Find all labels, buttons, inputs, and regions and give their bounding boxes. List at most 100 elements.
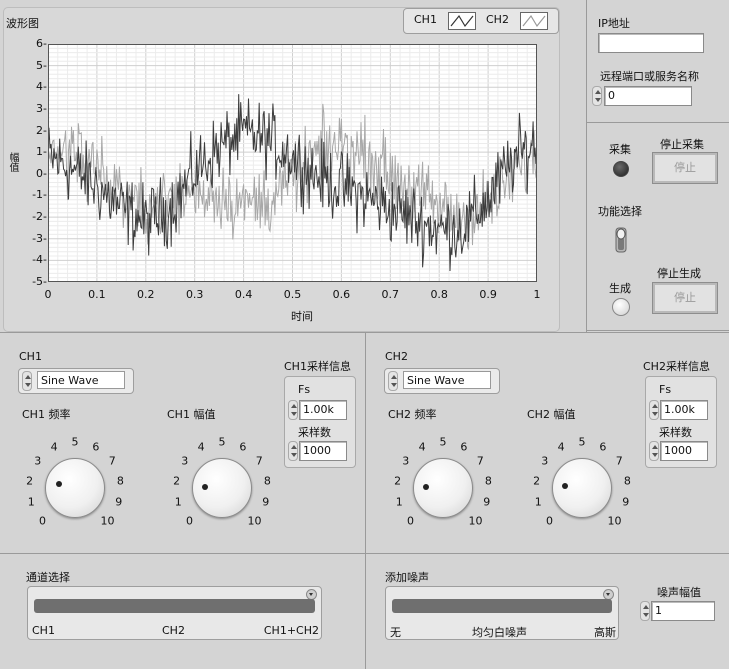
channel-select-label: 通道选择	[26, 571, 70, 584]
legend-ch2-label: CH2	[486, 13, 509, 26]
knob-scale-label: 9	[483, 495, 491, 509]
knob-scale-label: 8	[623, 474, 631, 488]
y-tick-label: -2-	[32, 210, 47, 224]
knob-scale-label: 0	[38, 514, 46, 528]
ch2-frequency-knob[interactable]	[413, 458, 473, 518]
y-tick-label: -5-	[32, 275, 47, 288]
x-tick-label: 0.7	[381, 288, 400, 301]
legend-ch1-label: CH1	[414, 13, 437, 26]
ch2-sample-info-label: CH2采样信息	[643, 360, 710, 373]
ip-address-label: IP地址	[598, 17, 630, 30]
knob-scale-label: 7	[615, 454, 623, 468]
knob-scale-label: 9	[262, 495, 270, 509]
x-tick-label: 0.4	[234, 288, 253, 301]
ch2-fs-stepper[interactable]	[649, 400, 659, 420]
knob-scale-label: 3	[402, 454, 410, 468]
noise-amplitude-input[interactable]: 1	[651, 601, 715, 621]
knob-scale-label: 6	[599, 440, 607, 454]
waveform-plot	[47, 43, 538, 283]
channel-option-ch1-ch2: CH1+CH2	[263, 624, 319, 637]
ch1-fs-stepper[interactable]	[288, 400, 298, 420]
ch2-samples-input[interactable]: 1000	[660, 441, 708, 461]
stop-acquire-label: 停止采集	[660, 138, 704, 151]
knob-scale-label: 9	[622, 495, 630, 509]
noise-select-slide[interactable]: 无 均匀白噪声 高斯	[385, 586, 619, 640]
knob-scale-label: 4	[557, 440, 565, 454]
knob-scale-label: 1	[534, 495, 542, 509]
divider-lower-horizontal	[0, 553, 729, 554]
knob-scale-label: 4	[197, 440, 205, 454]
ch2-samples-stepper[interactable]	[649, 441, 659, 461]
ch1-frequency-knob[interactable]	[45, 458, 105, 518]
ch1-amplitude-knob[interactable]	[192, 458, 252, 518]
divider-middle-vertical	[365, 332, 366, 669]
y-tick-label: 4-	[36, 80, 47, 94]
knob-scale-label: 2	[26, 474, 34, 488]
ch1-waveform-select[interactable]: Sine Wave	[18, 368, 134, 394]
plot-area[interactable]	[47, 43, 538, 283]
ch1-samples-stepper[interactable]	[288, 441, 298, 461]
ch1-waveform-value: Sine Wave	[37, 371, 125, 389]
knob-scale-label: 10	[247, 514, 262, 528]
ch2-amplitude-label: CH2 幅值	[527, 408, 576, 421]
ch2-frequency-label: CH2 频率	[388, 408, 437, 421]
ch1-sample-info-label: CH1采样信息	[284, 360, 351, 373]
knob-scale-label: 9	[115, 495, 123, 509]
knob-scale-label: 0	[545, 514, 553, 528]
stop-generate-button[interactable]: 停止	[652, 282, 718, 314]
ip-address-input[interactable]	[598, 33, 704, 53]
knob-scale-label: 0	[406, 514, 414, 528]
knob-scale-label: 7	[255, 454, 263, 468]
ch2-waveform-stepper[interactable]	[388, 371, 398, 391]
ch1-frequency-label: CH1 频率	[22, 408, 71, 421]
divider-right-vertical	[586, 0, 587, 332]
channel-option-ch2: CH2	[162, 624, 185, 637]
legend-ch1-swatch[interactable]	[448, 12, 476, 30]
knob-scale-label: 7	[108, 454, 116, 468]
x-tick-label: 1	[533, 288, 541, 301]
ch1-waveform-stepper[interactable]	[22, 371, 32, 391]
ch1-fs-input[interactable]: 1.00k	[299, 400, 347, 420]
noise-option-uniform: 均匀白噪声	[472, 626, 527, 639]
knob-scale-label: 3	[181, 454, 189, 468]
channel-select-track[interactable]	[34, 599, 315, 613]
noise-option-gaussian: 高斯	[594, 626, 616, 639]
remote-port-input[interactable]: 0	[604, 86, 692, 106]
knob-scale-label: 8	[263, 474, 271, 488]
x-tick-label: 0.1	[88, 288, 106, 301]
y-tick-label: -4-	[32, 253, 47, 267]
noise-select-track[interactable]	[392, 599, 612, 613]
x-tick-label: 0.8	[430, 288, 448, 301]
remote-port-stepper[interactable]	[592, 86, 602, 106]
legend-ch2-swatch[interactable]	[520, 12, 548, 30]
ch2-fs-label: Fs	[659, 383, 672, 396]
ch2-samples-label: 采样数	[659, 426, 692, 439]
y-tick-label: 0-	[36, 166, 47, 180]
ch2-amplitude-knob-marker	[562, 483, 569, 490]
ch1-fs-label: Fs	[298, 383, 311, 396]
ch1-amplitude-knob-marker	[202, 483, 209, 490]
graph-legend[interactable]: CH1 CH2	[403, 8, 559, 34]
knob-scale-label: 2	[394, 474, 402, 488]
acquire-led	[613, 161, 629, 177]
knob-scale-label: 6	[460, 440, 468, 454]
knob-scale-label: 7	[476, 454, 484, 468]
ch2-waveform-select[interactable]: Sine Wave	[384, 368, 500, 394]
y-tick-label: 2-	[36, 123, 47, 137]
ch1-label: CH1	[19, 350, 42, 363]
noise-amplitude-stepper[interactable]	[640, 601, 650, 621]
graph-title: 波形图	[6, 17, 39, 30]
knob-scale-label: 2	[173, 474, 181, 488]
knob-scale-label: 1	[27, 495, 35, 509]
ch2-amplitude-knob[interactable]	[552, 458, 612, 518]
y-tick-label: 3-	[36, 101, 47, 115]
ch2-fs-input[interactable]: 1.00k	[660, 400, 708, 420]
knob-scale-label: 1	[395, 495, 403, 509]
knob-scale-label: 4	[50, 440, 58, 454]
y-tick-label: -3-	[32, 231, 47, 245]
function-toggle-switch[interactable]	[614, 226, 628, 254]
stop-generate-label: 停止生成	[657, 267, 701, 280]
stop-acquire-button[interactable]: 停止	[652, 152, 718, 184]
ch1-samples-input[interactable]: 1000	[299, 441, 347, 461]
channel-select-slide[interactable]: CH1 CH2 CH1+CH2	[27, 586, 322, 640]
